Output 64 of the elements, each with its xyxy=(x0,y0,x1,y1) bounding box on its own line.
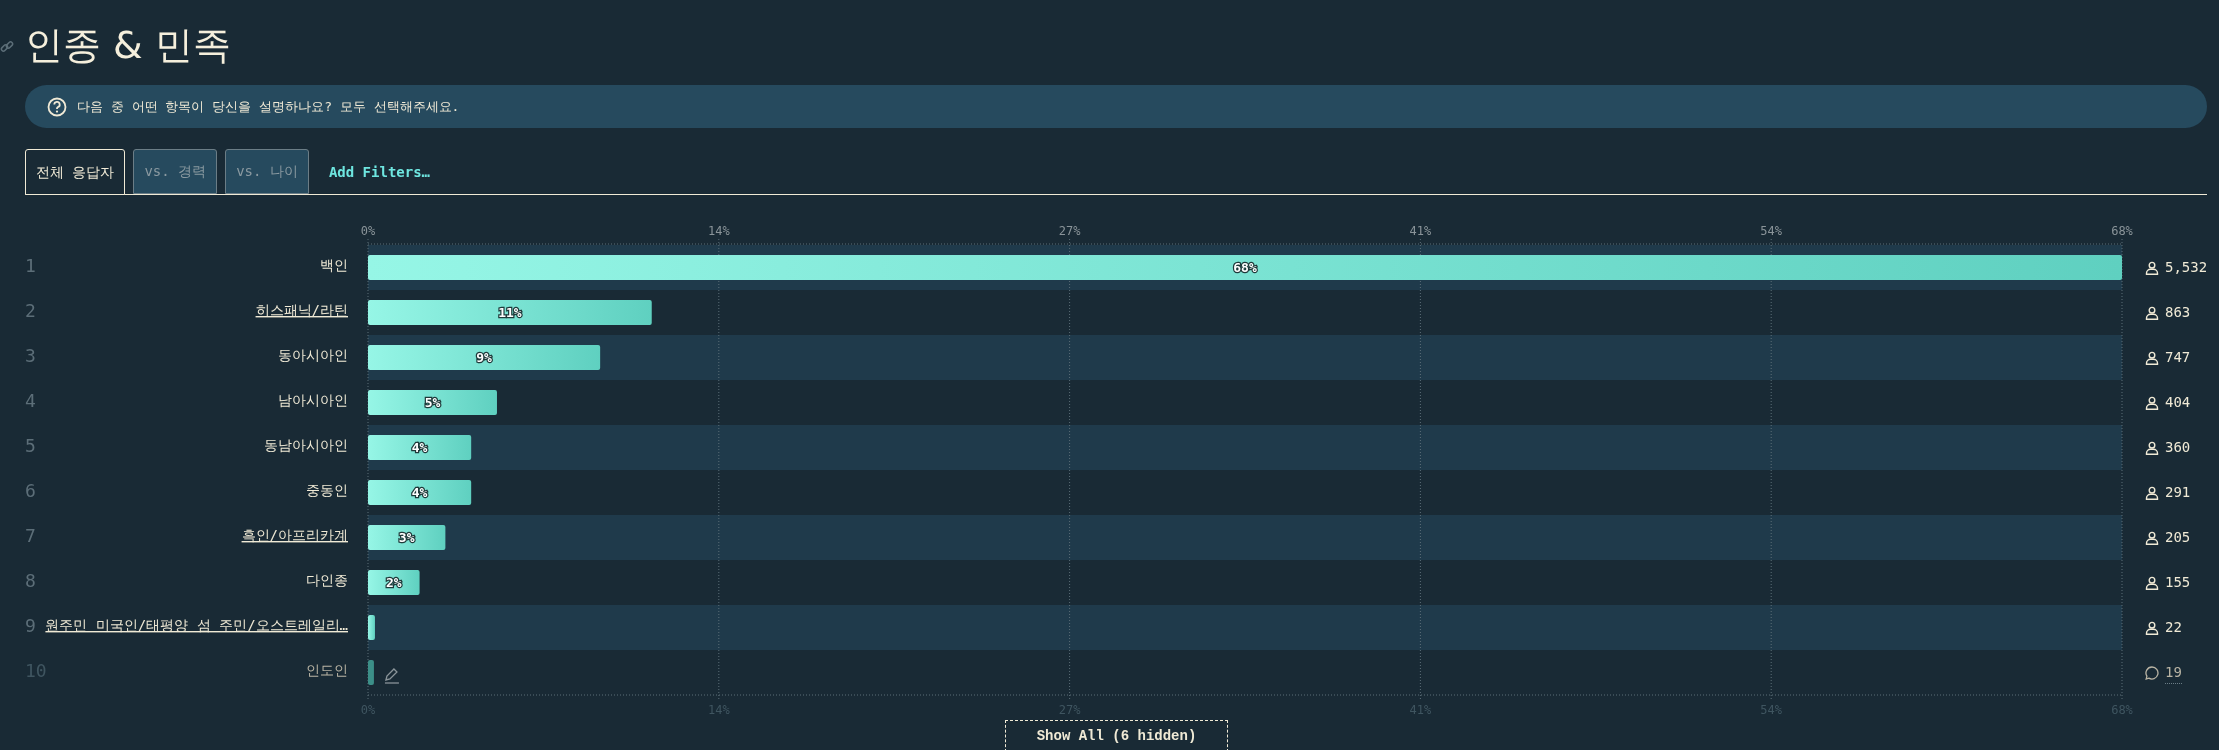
bar-value-label: 4% xyxy=(411,440,428,455)
respondent-count: 360 xyxy=(2165,438,2191,457)
bar-value-label: 4% xyxy=(411,485,428,500)
axis-tick-label: 68% xyxy=(2111,224,2133,238)
person-icon xyxy=(2145,530,2159,545)
help-icon xyxy=(47,96,67,117)
bar-value-label: 3% xyxy=(398,530,415,545)
rank-number: 2 xyxy=(25,300,36,321)
person-icon xyxy=(2145,260,2159,275)
option-label: 동남아시아인 xyxy=(264,437,348,453)
axis-tick-label: 27% xyxy=(1058,224,1081,238)
bar-value-label: 2% xyxy=(385,575,402,590)
rank-number: 5 xyxy=(25,435,36,456)
bar-value-label: 11% xyxy=(498,305,522,320)
bar xyxy=(368,615,375,640)
pencil-icon[interactable] xyxy=(384,668,400,684)
respondent-count: 22 xyxy=(2165,618,2182,637)
rank-number: 8 xyxy=(25,570,36,591)
rank-number: 1 xyxy=(25,255,36,276)
respondent-count: 747 xyxy=(2165,348,2191,367)
respondent-count: 5,532 xyxy=(2165,258,2208,277)
option-label[interactable]: 원주민 미국인/태평양 섬 주민/오스트레일리… xyxy=(45,617,348,633)
option-label: 동아시아인 xyxy=(278,347,348,363)
person-icon xyxy=(2145,440,2159,455)
bar xyxy=(368,660,374,685)
option-label: 다인종 xyxy=(306,572,348,588)
respondent-count: 155 xyxy=(2165,573,2191,592)
page-title: 인종 & 민족 xyxy=(25,22,232,69)
person-icon xyxy=(2145,350,2159,365)
axis-tick-label: 41% xyxy=(1409,224,1432,238)
respondent-count: 404 xyxy=(2165,393,2191,412)
person-icon xyxy=(2145,620,2159,635)
bar-value-label: 9% xyxy=(476,350,492,365)
rank-number: 3 xyxy=(25,345,36,366)
axis-tick-label: 54% xyxy=(1760,224,1783,238)
person-icon xyxy=(2145,395,2159,410)
option-label[interactable]: 흑인/아프리카계 xyxy=(241,527,348,543)
question-text: 다음 중 어떤 항목이 당신을 설명하나요? 모두 선택해주세요. xyxy=(77,97,460,116)
option-label[interactable]: 히스패닉/라틴 xyxy=(255,302,348,318)
option-label: 인도인 xyxy=(306,662,348,678)
bar xyxy=(368,570,420,595)
respondent-count[interactable]: 19 xyxy=(2165,661,2182,684)
rank-number: 9 xyxy=(25,615,36,636)
person-icon xyxy=(2145,575,2159,590)
bar-value-label: 5% xyxy=(424,395,441,410)
option-label: 백인 xyxy=(320,257,348,273)
axis-tick-label: 0% xyxy=(360,224,376,238)
option-label: 남아시아인 xyxy=(278,392,348,408)
rank-number: 6 xyxy=(25,480,36,501)
rank-number: 7 xyxy=(25,525,36,546)
show-all-button[interactable]: Show All (6 hidden) xyxy=(1005,720,1228,750)
bar-value-label: 68% xyxy=(1233,260,1257,275)
link-icon[interactable] xyxy=(0,40,14,54)
respondent-count: 205 xyxy=(2165,528,2191,547)
person-icon xyxy=(2145,305,2159,320)
comment-icon xyxy=(2145,665,2159,680)
rank-number: 4 xyxy=(25,390,36,411)
axis-tick-label: 14% xyxy=(707,224,730,238)
add-filters-link[interactable]: Add Filters… xyxy=(316,161,443,183)
respondent-count: 291 xyxy=(2165,483,2191,502)
respondent-count: 863 xyxy=(2165,303,2191,322)
person-icon xyxy=(2145,485,2159,500)
option-label: 중동인 xyxy=(306,482,348,498)
filter-tab[interactable]: 전체 응답자 xyxy=(25,149,126,195)
